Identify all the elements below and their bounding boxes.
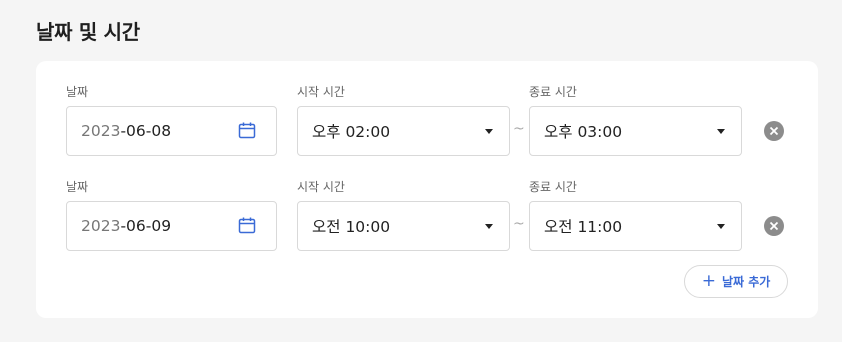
calendar-icon[interactable] — [238, 122, 256, 139]
date-year: 2023 — [81, 217, 121, 235]
remove-row-button[interactable] — [764, 121, 784, 141]
date-month-day: -06-09 — [120, 217, 172, 235]
plus-icon: + — [701, 271, 716, 291]
range-separator: ~ — [513, 121, 525, 137]
date-input[interactable]: 2023 -06-08 — [66, 106, 277, 156]
end-time-value: 오전 11:00 — [544, 218, 623, 236]
date-label: 날짜 — [66, 85, 89, 99]
start-time-value: 오전 10:00 — [312, 218, 391, 236]
end-time-label: 종료 시간 — [529, 180, 577, 194]
caret-down-icon — [717, 224, 725, 229]
close-icon — [769, 221, 779, 231]
section-title: 날짜 및 시간 — [36, 20, 140, 44]
start-time-value: 오후 02:00 — [312, 123, 391, 141]
range-separator: ~ — [513, 216, 525, 232]
date-time-card: 날짜 시작 시간 종료 시간 2023 -06-08 오후 02:00 ~ 오후 … — [36, 61, 818, 318]
date-year: 2023 — [81, 122, 121, 140]
caret-down-icon — [717, 129, 725, 134]
caret-down-icon — [485, 129, 493, 134]
date-label: 날짜 — [66, 180, 89, 194]
calendar-icon[interactable] — [238, 217, 256, 234]
end-time-label: 종료 시간 — [529, 85, 577, 99]
start-time-select[interactable]: 오전 10:00 — [297, 201, 510, 251]
start-time-label: 시작 시간 — [297, 85, 345, 99]
date-month-day: -06-08 — [120, 122, 172, 140]
end-time-select[interactable]: 오전 11:00 — [529, 201, 742, 251]
end-time-select[interactable]: 오후 03:00 — [529, 106, 742, 156]
start-time-label: 시작 시간 — [297, 180, 345, 194]
add-date-label: 날짜 추가 — [721, 275, 771, 289]
caret-down-icon — [485, 224, 493, 229]
end-time-value: 오후 03:00 — [544, 123, 623, 141]
remove-row-button[interactable] — [764, 216, 784, 236]
close-icon — [769, 126, 779, 136]
date-input[interactable]: 2023 -06-09 — [66, 201, 277, 251]
start-time-select[interactable]: 오후 02:00 — [297, 106, 510, 156]
add-date-button[interactable]: + 날짜 추가 — [684, 265, 788, 298]
